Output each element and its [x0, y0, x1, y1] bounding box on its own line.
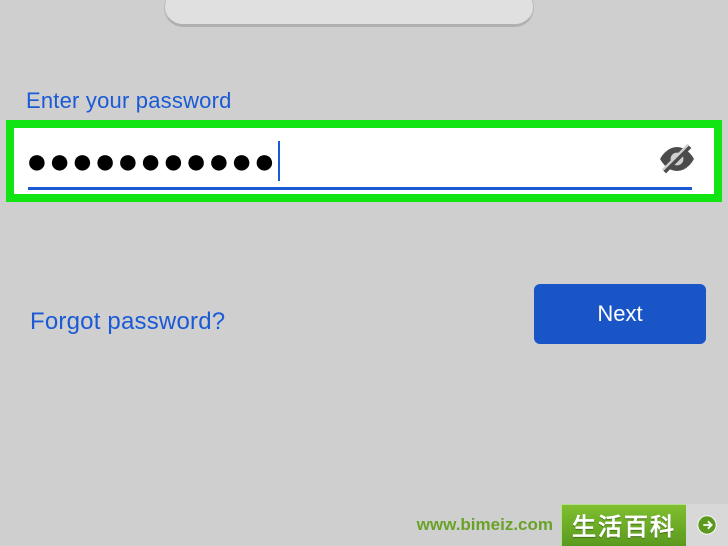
watermark: www.bimeiz.com 生活百科	[409, 504, 728, 546]
password-input[interactable]: ●●●●●●●●●●●	[26, 143, 276, 179]
watermark-flag	[686, 504, 728, 546]
forgot-password-link[interactable]: Forgot password?	[30, 308, 225, 336]
watermark-url: www.bimeiz.com	[409, 504, 561, 546]
arrow-icon	[696, 514, 718, 536]
password-field-highlight: ●●●●●●●●●●●	[6, 120, 722, 202]
eye-off-icon	[658, 140, 696, 183]
text-cursor	[278, 141, 280, 181]
watermark-badge: 生活百科	[561, 504, 686, 546]
account-chip	[164, 0, 534, 26]
input-underline	[28, 187, 692, 190]
next-button[interactable]: Next	[534, 284, 706, 344]
next-button-label: Next	[597, 301, 642, 327]
show-password-toggle[interactable]	[656, 140, 698, 182]
password-label: Enter your password	[26, 88, 232, 114]
